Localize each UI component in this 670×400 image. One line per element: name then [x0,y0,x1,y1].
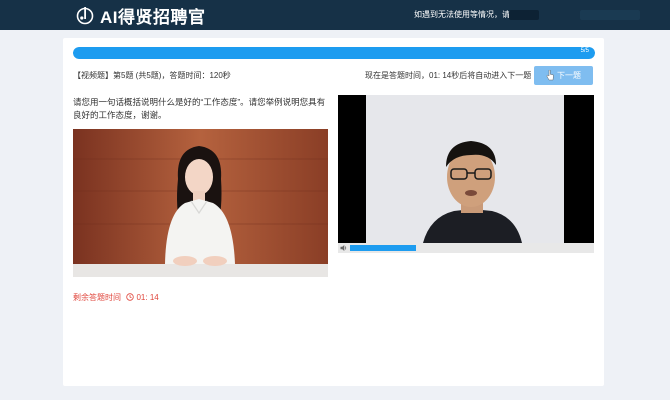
remaining-time-label: 剩余答题时间 [73,293,121,302]
redacted-info [580,10,640,20]
top-header: AI得贤招聘官 如遇到无法使用等情况，请联 [0,0,670,30]
candidate-video[interactable] [338,95,594,243]
support-notice: 如遇到无法使用等情况，请联 [414,10,518,19]
remaining-time: 剩余答题时间 01: 14 [73,292,159,303]
video-progress[interactable] [350,245,416,251]
question-progress-fill [73,47,595,59]
redacted-contact [509,10,539,20]
volume-icon[interactable] [340,244,348,252]
question-progress-label: 5/5 [580,48,589,54]
next-question-label: 下一题 [557,71,581,80]
question-text: 请您用一句话概括说明什么是好的“工作态度”。请您举例说明您具有良好的工作态度，谢… [73,97,326,120]
cursor-icon [546,70,554,81]
interviewer-video[interactable] [73,129,328,277]
auto-advance-note: 现在是答题时间，01: 14秒后将自动进入下一题 [365,71,532,80]
candidate-image [338,95,594,243]
question-progress-bar: 5/5 [73,47,595,59]
next-question-button[interactable]: 下一题 [534,66,593,85]
clock-icon [126,293,134,301]
brand-logo: AI得贤招聘官 [76,4,206,27]
logo-icon [76,7,94,25]
remaining-time-value: 01: 14 [136,293,159,302]
video-controls[interactable] [338,243,594,253]
interviewer-image [73,129,328,277]
interview-card: 5/5 【视频题】第5题 (共5题)，答题时间：120秒 现在是答题时间，01:… [63,38,604,386]
app-title: AI得贤招聘官 [100,7,206,27]
question-meta: 【视频题】第5题 (共5题)，答题时间：120秒 [73,71,231,80]
